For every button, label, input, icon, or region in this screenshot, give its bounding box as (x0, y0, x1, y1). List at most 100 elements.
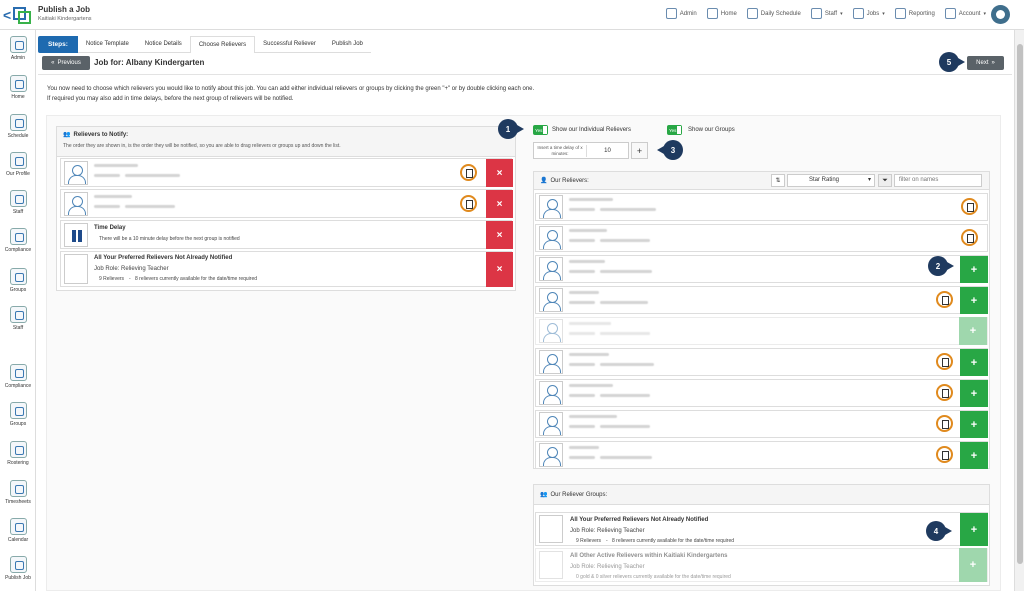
sidebar-item-groups[interactable]: Groups (0, 268, 36, 293)
compliance-icon (9, 364, 27, 381)
reliever-row[interactable]: + (535, 348, 988, 376)
back-chevron-icon[interactable]: < (3, 7, 11, 23)
blurred-email (600, 394, 650, 397)
sidebar-item-admin[interactable]: Admin (0, 36, 36, 61)
reliever-row[interactable] (535, 224, 988, 252)
add-reliever-button[interactable]: + (960, 349, 988, 376)
blurred-phone (569, 394, 595, 397)
no-phone-icon (936, 446, 953, 463)
scrollbar-thumb[interactable] (1017, 44, 1023, 564)
nav-account[interactable]: Account ▾ (944, 8, 986, 19)
avatar-placeholder-icon (539, 412, 563, 436)
blurred-phone (569, 425, 595, 428)
top-nav: Admin Home Daily Schedule Staff ▾ Jobs ▾ R… (665, 8, 986, 19)
sidebar-item-groups-2[interactable]: Groups (0, 402, 36, 427)
app-subtitle: Kaitiaki Kindergartens (38, 16, 92, 22)
step-choose-relievers[interactable]: Choose Relievers (189, 36, 256, 53)
blurred-name (569, 353, 609, 356)
remove-button[interactable]: × (486, 221, 513, 249)
show-groups-toggle[interactable]: Yes (667, 125, 682, 135)
add-reliever-button[interactable]: + (960, 287, 988, 314)
sidebar-item-publish-job[interactable]: Publish Job (0, 556, 36, 581)
users-icon: 👥 (63, 132, 71, 138)
sidebar-item-timesheets[interactable]: Timesheets (0, 480, 36, 505)
nav-home[interactable]: Home (706, 8, 737, 19)
sidebar-item-compliance[interactable]: Compliance (0, 228, 36, 253)
steps-bar: Steps: Notice Template Notice Details Ch… (38, 36, 371, 53)
blurred-email (600, 425, 650, 428)
step-publish-job[interactable]: Publish Job (323, 36, 371, 53)
add-reliever-button[interactable]: + (960, 411, 988, 438)
blurred-phone (569, 456, 595, 459)
rostering-icon (9, 441, 27, 458)
avatar-placeholder-icon (539, 226, 563, 250)
sidebar-item-schedule[interactable]: Schedule (0, 114, 36, 139)
sort-direction-icon[interactable]: ⇅ (771, 174, 785, 187)
sidebar-item-home[interactable]: Home (0, 75, 36, 100)
blurred-name (569, 322, 611, 325)
remove-button[interactable]: × (486, 159, 513, 187)
relievers-panel-title: Our Relievers: (550, 177, 589, 184)
user-avatar[interactable] (991, 5, 1010, 24)
notify-time-delay-row[interactable]: Time Delay There will be a 10 minute del… (60, 220, 513, 249)
time-delay-input[interactable]: 10 (586, 145, 628, 157)
group-title: All Your Preferred Relievers Not Already… (570, 517, 709, 523)
step-successful-reliever[interactable]: Successful Reliever (255, 36, 324, 53)
previous-button[interactable]: «Previous (42, 56, 90, 70)
steps-title: Steps: (38, 36, 78, 53)
notify-group-row[interactable]: All Your Preferred Relievers Not Already… (60, 251, 513, 287)
blurred-name (569, 229, 607, 232)
add-group-button[interactable]: + (960, 513, 988, 546)
group-placeholder (64, 254, 88, 284)
reliever-group-row-disabled: All Other Active Relievers within Kaitia… (535, 548, 988, 582)
nav-reporting[interactable]: Reporting (894, 8, 935, 19)
nav-admin[interactable]: Admin (665, 8, 697, 19)
sort-select[interactable]: Star Rating ▾ (787, 174, 875, 187)
time-delay-text: There will be a 10 minute delay before t… (99, 236, 240, 242)
reliever-row[interactable]: + (535, 379, 988, 407)
reliever-row[interactable] (535, 193, 988, 221)
nav-jobs[interactable]: Jobs ▾ (852, 8, 885, 19)
avatar-placeholder-icon (539, 319, 563, 343)
sidebar-item-compliance-2[interactable]: Compliance (0, 364, 36, 389)
nav-staff[interactable]: Staff ▾ (810, 8, 843, 19)
show-individual-toggle[interactable]: Yes (533, 125, 548, 135)
reliever-row[interactable]: + (535, 286, 988, 314)
blurred-name (569, 446, 599, 449)
add-reliever-button[interactable]: + (960, 256, 988, 283)
step-notice-template[interactable]: Notice Template (77, 36, 137, 53)
step-notice-details[interactable]: Notice Details (136, 36, 190, 53)
blurred-phone (569, 301, 595, 304)
notify-reliever-row[interactable]: × (60, 158, 513, 187)
remove-button[interactable]: × (486, 190, 513, 218)
no-phone-icon (961, 198, 978, 215)
instruction-line-1: You now need to choose which relievers y… (47, 86, 535, 92)
next-button[interactable]: Next» (967, 56, 1004, 70)
groups-icon (9, 402, 27, 419)
blurred-name (569, 384, 613, 387)
add-reliever-button[interactable]: + (960, 442, 988, 469)
admin-icon (9, 36, 27, 53)
reliever-group-row[interactable]: All Your Preferred Relievers Not Already… (535, 512, 988, 546)
remove-button[interactable]: × (486, 252, 513, 287)
add-reliever-button[interactable]: + (960, 380, 988, 407)
reliever-row[interactable]: + (535, 441, 988, 469)
reliever-row[interactable]: + (535, 410, 988, 438)
sidebar-item-our-profile[interactable]: Our Profile (0, 152, 36, 177)
blurred-phone (569, 208, 595, 211)
show-individual-label: Show our Individual Relievers (552, 127, 632, 133)
nav-daily-schedule[interactable]: Daily Schedule (746, 8, 801, 19)
filter-names-input[interactable]: filter on names (894, 174, 982, 187)
sidebar-item-staff-2[interactable]: Staff (0, 306, 36, 331)
staff-icon (9, 190, 27, 207)
sidebar-item-calendar[interactable]: Calendar (0, 518, 36, 543)
sidebar-item-staff[interactable]: Staff (0, 190, 36, 215)
reliever-row[interactable]: + (535, 255, 988, 283)
notify-reliever-row[interactable]: × (60, 189, 513, 218)
page-scrollbar[interactable] (1014, 30, 1024, 591)
schedule-icon (9, 114, 27, 131)
sidebar-item-rostering[interactable]: Rostering (0, 441, 36, 466)
callout-2: 2 (928, 256, 954, 276)
add-time-delay-button[interactable]: + (631, 142, 648, 159)
blurred-name (569, 291, 599, 294)
